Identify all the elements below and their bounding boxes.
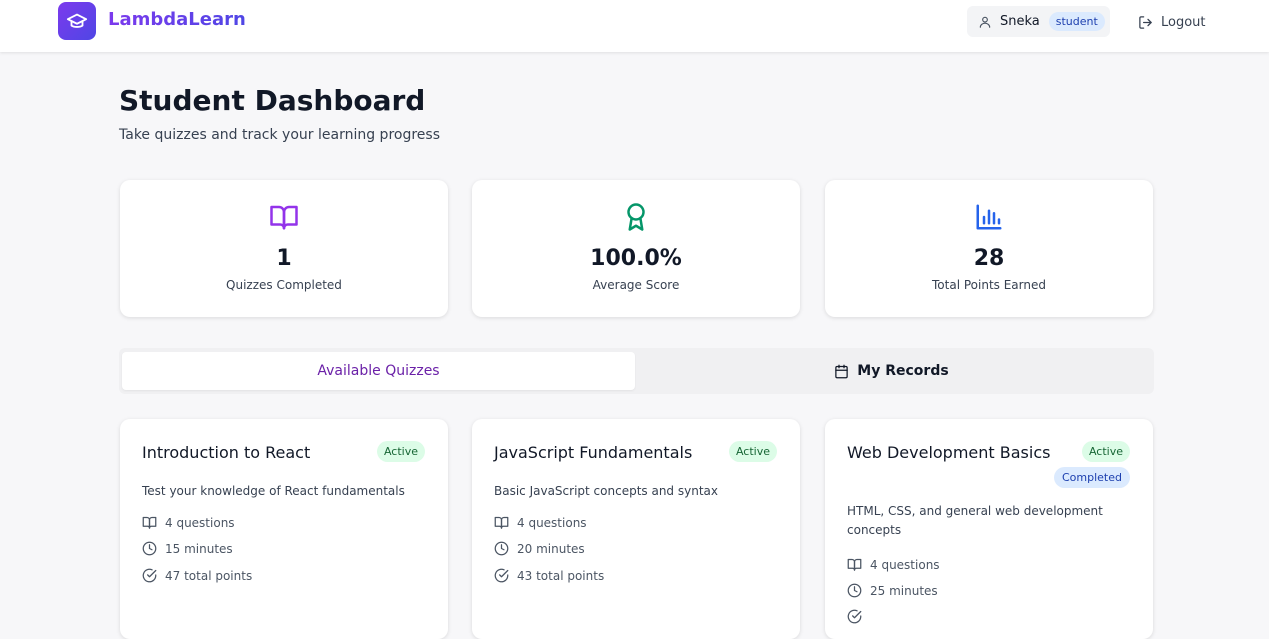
duration-text: 25 minutes bbox=[870, 583, 938, 598]
stat-card-total-points: 28 Total Points Earned bbox=[825, 180, 1153, 317]
quiz-questions: 4 questions bbox=[847, 557, 940, 572]
graduation-cap-icon bbox=[66, 13, 88, 28]
tab-my-records[interactable]: My Records bbox=[635, 352, 1148, 390]
stat-label: Average Score bbox=[592, 278, 680, 292]
tab-label: Available Quizzes bbox=[317, 363, 440, 379]
quiz-description: Test your knowledge of React fundamental… bbox=[142, 484, 405, 498]
quiz-description: HTML, CSS, and general web development c… bbox=[847, 504, 1103, 537]
book-open-icon bbox=[847, 558, 862, 571]
status-badge: Active bbox=[376, 441, 425, 462]
status-badge: Active bbox=[1081, 441, 1130, 462]
duration-text: 20 minutes bbox=[517, 541, 585, 556]
user-menu[interactable]: Sneka student bbox=[967, 6, 1110, 37]
bar-chart-icon bbox=[976, 204, 1002, 230]
questions-count: 4 questions bbox=[517, 515, 587, 530]
stat-value: 100.0% bbox=[590, 246, 682, 271]
quiz-duration: 25 minutes bbox=[847, 583, 938, 598]
book-open-icon bbox=[494, 516, 509, 529]
questions-count: 4 questions bbox=[870, 557, 940, 572]
quiz-card[interactable]: Introduction to React Active Test your k… bbox=[120, 419, 448, 639]
clock-icon bbox=[494, 541, 509, 556]
duration-text: 15 minutes bbox=[165, 541, 233, 556]
user-icon bbox=[979, 16, 991, 28]
quiz-card[interactable]: JavaScript Fundamentals Active Basic Jav… bbox=[472, 419, 800, 639]
quiz-points: 47 total points bbox=[142, 568, 252, 583]
stat-card-quizzes-completed: 1 Quizzes Completed bbox=[120, 180, 448, 317]
completed-badge: Completed bbox=[1054, 467, 1130, 488]
quiz-title: JavaScript Fundamentals bbox=[494, 443, 693, 462]
brand-name[interactable]: LambdaLearn bbox=[108, 9, 246, 30]
stat-card-average-score: 100.0% Average Score bbox=[472, 180, 800, 317]
quiz-points bbox=[847, 609, 870, 624]
status-badge: Active bbox=[728, 441, 777, 462]
logout-icon bbox=[1139, 15, 1152, 29]
book-open-icon bbox=[270, 205, 298, 230]
logo[interactable] bbox=[58, 2, 96, 40]
user-name: Sneka bbox=[1000, 14, 1040, 29]
dashboard-tabs: Available Quizzes My Records bbox=[119, 348, 1154, 394]
top-navbar: LambdaLearn Sneka student Logout bbox=[0, 0, 1269, 52]
tab-available-quizzes[interactable]: Available Quizzes bbox=[122, 352, 635, 390]
quiz-description: Basic JavaScript concepts and syntax bbox=[494, 484, 718, 498]
calendar-icon bbox=[835, 364, 849, 378]
logout-label: Logout bbox=[1161, 14, 1206, 30]
questions-count: 4 questions bbox=[165, 515, 235, 530]
quiz-questions: 4 questions bbox=[494, 515, 587, 530]
quiz-card[interactable]: Web Development Basics Active Completed … bbox=[825, 419, 1153, 639]
page-title: Student Dashboard bbox=[119, 84, 426, 117]
points-text: 47 total points bbox=[165, 568, 253, 583]
book-open-icon bbox=[142, 516, 157, 529]
quiz-duration: 20 minutes bbox=[494, 541, 585, 556]
quiz-title: Introduction to React bbox=[142, 443, 311, 462]
stat-value: 28 bbox=[973, 246, 1005, 271]
tab-label: My Records bbox=[857, 363, 949, 379]
quiz-questions: 4 questions bbox=[142, 515, 235, 530]
stat-label: Quizzes Completed bbox=[226, 278, 342, 292]
stat-value: 1 bbox=[276, 246, 292, 271]
quiz-points: 43 total points bbox=[494, 568, 604, 583]
check-circle-icon bbox=[847, 609, 862, 624]
role-badge: student bbox=[1048, 12, 1105, 31]
quiz-title: Web Development Basics bbox=[847, 443, 1051, 462]
quiz-duration: 15 minutes bbox=[142, 541, 233, 556]
check-circle-icon bbox=[142, 568, 157, 583]
award-icon bbox=[627, 203, 645, 231]
page-subtitle: Take quizzes and track your learning pro… bbox=[119, 127, 440, 143]
clock-icon bbox=[847, 583, 862, 598]
logout-button[interactable]: Logout bbox=[1138, 13, 1206, 31]
points-text: 43 total points bbox=[517, 568, 605, 583]
stat-label: Total Points Earned bbox=[932, 278, 1046, 292]
check-circle-icon bbox=[494, 568, 509, 583]
clock-icon bbox=[142, 541, 157, 556]
